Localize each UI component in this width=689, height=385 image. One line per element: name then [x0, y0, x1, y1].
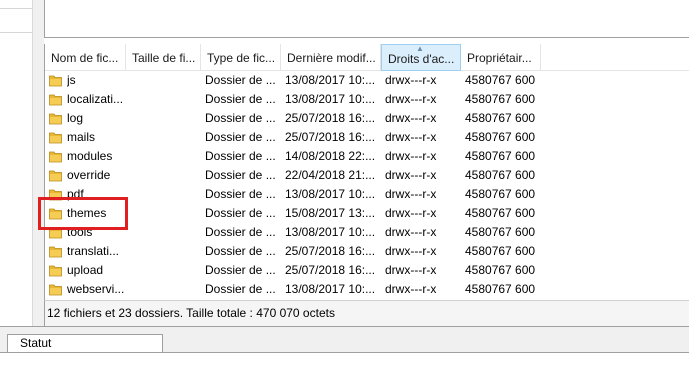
file-type: Dossier de ... [205, 92, 276, 106]
file-name: localizati... [67, 92, 124, 106]
list-status-bar: 12 fichiers et 23 dossiers. Taille total… [44, 300, 689, 326]
local-pane [0, 0, 40, 330]
file-modified: 25/07/2018 16:... [285, 263, 376, 277]
file-type: Dossier de ... [205, 111, 276, 125]
file-modified: 13/08/2017 10:... [285, 282, 376, 296]
column-header-modified[interactable]: Dernière modif... [281, 44, 381, 71]
table-row[interactable]: override Dossier de ... 22/04/2018 21:... d… [45, 166, 689, 185]
remote-tree-view[interactable] [44, 0, 689, 38]
folder-icon [49, 94, 62, 106]
file-modified: 15/08/2017 13:... [285, 206, 376, 220]
file-permissions: drwx---r-x [385, 225, 437, 239]
column-header-owner[interactable]: Propriétair... [461, 44, 541, 71]
file-type: Dossier de ... [205, 73, 276, 87]
file-modified: 25/07/2018 16:... [285, 130, 376, 144]
column-header-permissions[interactable]: ▲ Droits d'ac... [381, 44, 461, 71]
file-type: Dossier de ... [205, 225, 276, 239]
list-header: Nom de fic... Taille de fi... Type de fi… [45, 44, 689, 71]
table-row[interactable]: js Dossier de ... 13/08/2017 10:... drwx---… [45, 71, 689, 90]
queue-panel [0, 352, 689, 385]
file-modified: 13/08/2017 10:... [285, 73, 376, 87]
file-type: Dossier de ... [205, 282, 276, 296]
file-type: Dossier de ... [205, 244, 276, 258]
file-type: Dossier de ... [205, 263, 276, 277]
file-name: mails [67, 130, 96, 144]
file-modified: 13/08/2017 10:... [285, 225, 376, 239]
file-owner: 4580767 600 [465, 206, 536, 220]
file-modified: 13/08/2017 10:... [285, 92, 376, 106]
table-row[interactable]: pdf Dossier de ... 13/08/2017 10:... drwx--… [45, 185, 689, 204]
file-owner: 4580767 600 [465, 282, 536, 296]
tab-statut[interactable]: Statut [7, 334, 163, 352]
file-type: Dossier de ... [205, 206, 276, 220]
file-rows: js Dossier de ... 13/08/2017 10:... drwx---… [45, 71, 689, 299]
file-permissions: drwx---r-x [385, 187, 437, 201]
table-row[interactable]: upload Dossier de ... 25/07/2018 16:... drw… [45, 261, 689, 280]
column-header-permissions-label: Droits d'ac... [388, 52, 455, 66]
file-name: webservi... [67, 282, 125, 296]
file-owner: 4580767 600 [465, 111, 536, 125]
column-header-name[interactable]: Nom de fic... [45, 44, 126, 71]
file-permissions: drwx---r-x [385, 244, 437, 258]
file-owner: 4580767 600 [465, 73, 536, 87]
file-name: js [67, 73, 76, 87]
remote-file-list[interactable]: Nom de fic... Taille de fi... Type de fi… [44, 44, 689, 300]
scrollbar[interactable] [32, 0, 40, 330]
file-permissions: drwx---r-x [385, 206, 437, 220]
file-type: Dossier de ... [205, 149, 276, 163]
file-owner: 4580767 600 [465, 187, 536, 201]
divider[interactable] [0, 326, 689, 334]
file-owner: 4580767 600 [465, 130, 536, 144]
table-row[interactable]: log Dossier de ... 25/07/2018 16:... drwx--… [45, 109, 689, 128]
folder-icon [49, 246, 62, 258]
file-modified: 14/08/2018 22:... [285, 149, 376, 163]
file-permissions: drwx---r-x [385, 263, 437, 277]
file-owner: 4580767 600 [465, 92, 536, 106]
file-permissions: drwx---r-x [385, 282, 437, 296]
column-header-type[interactable]: Type de fic... [201, 44, 281, 71]
table-row[interactable]: webservi... Dossier de ... 13/08/2017 10:.… [45, 280, 689, 299]
file-modified: 22/04/2018 21:... [285, 168, 376, 182]
folder-icon [49, 170, 62, 182]
file-modified: 13/08/2017 10:... [285, 187, 376, 201]
queue-tabbar: Statut [0, 334, 689, 352]
file-name: override [67, 168, 111, 182]
file-owner: 4580767 600 [465, 225, 536, 239]
file-name: upload [67, 263, 104, 277]
file-permissions: drwx---r-x [385, 130, 437, 144]
file-owner: 4580767 600 [465, 244, 536, 258]
file-permissions: drwx---r-x [385, 111, 437, 125]
folder-icon [49, 113, 62, 125]
file-permissions: drwx---r-x [385, 168, 437, 182]
file-owner: 4580767 600 [465, 263, 536, 277]
file-permissions: drwx---r-x [385, 149, 437, 163]
list-status-text: 12 fichiers et 23 dossiers. Taille total… [47, 306, 335, 320]
file-owner: 4580767 600 [465, 149, 536, 163]
file-permissions: drwx---r-x [385, 92, 437, 106]
file-type: Dossier de ... [205, 168, 276, 182]
file-type: Dossier de ... [205, 187, 276, 201]
folder-icon [49, 132, 62, 144]
folder-icon [49, 265, 62, 277]
file-modified: 25/07/2018 16:... [285, 244, 376, 258]
table-row[interactable]: localizati... Dossier de ... 13/08/2017 10… [45, 90, 689, 109]
file-type: Dossier de ... [205, 130, 276, 144]
table-row[interactable]: translati... Dossier de ... 25/07/2018 16:… [45, 242, 689, 261]
folder-icon [49, 75, 62, 87]
column-header-size[interactable]: Taille de fi... [126, 44, 201, 71]
table-row[interactable]: tools Dossier de ... 13/08/2017 10:... drwx… [45, 223, 689, 242]
table-row[interactable]: themes Dossier de ... 15/08/2017 13:... drw… [45, 204, 689, 223]
file-name: log [67, 111, 84, 125]
folder-icon [49, 284, 62, 296]
table-row[interactable]: modules Dossier de ... 14/08/2018 22:... dr… [45, 147, 689, 166]
file-permissions: drwx---r-x [385, 73, 437, 87]
file-name: translati... [67, 244, 120, 258]
file-name: modules [67, 149, 113, 163]
table-row[interactable]: mails Dossier de ... 25/07/2018 16:... drwx… [45, 128, 689, 147]
file-modified: 25/07/2018 16:... [285, 111, 376, 125]
highlight-annotation [38, 197, 128, 230]
sort-ascending-icon: ▲ [416, 44, 424, 53]
folder-icon [49, 151, 62, 163]
file-owner: 4580767 600 [465, 168, 536, 182]
